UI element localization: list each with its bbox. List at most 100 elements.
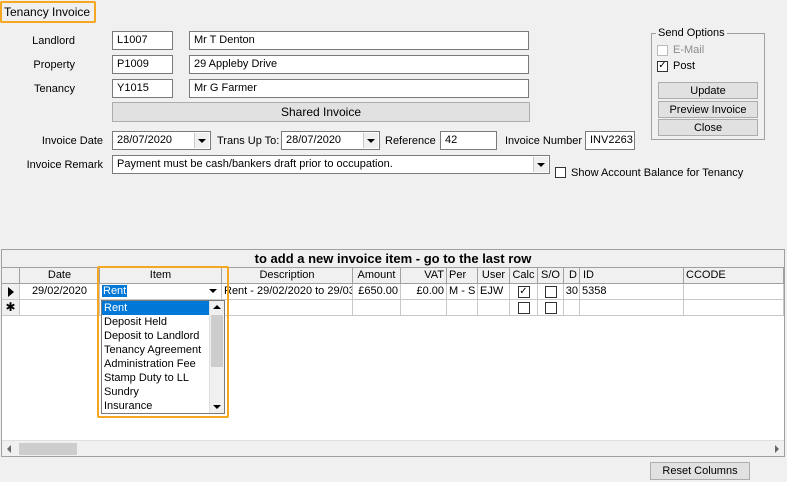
cell-d[interactable]: 30 (564, 284, 580, 300)
invoice-number-field[interactable]: INV2263 (585, 131, 635, 150)
column-header-calc[interactable]: Calc (510, 268, 538, 284)
property-name-field[interactable]: 29 Appleby Drive (189, 55, 529, 74)
cell-per[interactable]: M - S (447, 284, 478, 300)
invoice-remark-label: Invoice Remark (26, 159, 103, 171)
tenancy-code-field[interactable]: Y1015 (112, 79, 173, 98)
reference-label: Reference (385, 135, 436, 147)
invoice-remark-value: Payment must be cash/bankers draft prior… (117, 158, 393, 170)
landlord-name-field[interactable]: Mr T Denton (189, 31, 529, 50)
dropdown-option[interactable]: Stamp Duty to LL (102, 371, 210, 385)
cell-user[interactable]: EJW (478, 284, 510, 300)
current-row-arrow-icon (7, 286, 14, 297)
checkbox-box[interactable] (544, 301, 557, 314)
invoice-remark-select[interactable]: Payment must be cash/bankers draft prior… (112, 155, 550, 174)
show-balance-checkbox[interactable] (555, 167, 566, 181)
cell-amount-new[interactable] (353, 300, 401, 316)
send-options-title: Send Options (656, 27, 727, 39)
scroll-left-arrow-icon[interactable] (7, 445, 11, 453)
chevron-down-icon[interactable] (209, 289, 217, 293)
landlord-code-field[interactable]: L1007 (112, 31, 173, 50)
chevron-down-icon[interactable] (363, 133, 378, 148)
dropdown-scrollbar[interactable] (209, 301, 224, 413)
dropdown-option[interactable]: Deposit to Landlord (102, 329, 210, 343)
checkbox-box[interactable] (517, 301, 530, 314)
invoice-number-label: Invoice Number (505, 135, 583, 147)
row-selector[interactable] (2, 284, 20, 300)
dropdown-option[interactable]: Tenancy Agreement (102, 343, 210, 357)
column-header-description[interactable]: Description (222, 268, 353, 284)
scroll-right-arrow-icon[interactable] (775, 445, 779, 453)
post-checkbox[interactable]: ✓ Post (657, 60, 695, 72)
trans-up-to-picker[interactable]: 28/07/2020 (281, 131, 380, 150)
invoice-date-value: 28/07/2020 (117, 134, 173, 146)
cell-calc-new[interactable] (510, 300, 538, 316)
cell-so-new[interactable] (538, 300, 564, 316)
grid-banner: to add a new invoice item - go to the la… (2, 250, 784, 268)
tenancy-label: Tenancy (34, 83, 75, 95)
cell-date[interactable]: 29/02/2020 (20, 284, 100, 300)
dropdown-option[interactable]: Administration Fee (102, 357, 210, 371)
checkmark-icon[interactable]: ✓ (517, 285, 530, 298)
tenancy-name-field[interactable]: Mr G Farmer (189, 79, 529, 98)
cell-description-new[interactable] (222, 300, 353, 316)
email-checkbox[interactable]: E-Mail (657, 44, 704, 56)
cell-item-value: Rent (102, 285, 128, 297)
chevron-down-icon[interactable] (533, 157, 548, 172)
new-row-selector[interactable]: ✱ (2, 300, 20, 316)
column-header-so[interactable]: S/O (538, 268, 564, 284)
cell-amount[interactable]: £650.00 (353, 284, 401, 300)
cell-description[interactable]: Rent - 29/02/2020 to 29/03 (222, 284, 353, 300)
column-header-d[interactable]: D (564, 268, 580, 284)
cell-d-new[interactable] (564, 300, 580, 316)
column-header-per[interactable]: Per (447, 268, 478, 284)
close-button[interactable]: Close (658, 119, 758, 136)
chevron-down-icon[interactable] (194, 133, 209, 148)
cell-ccode-new[interactable] (684, 300, 784, 316)
invoice-date-picker[interactable]: 28/07/2020 (112, 131, 211, 150)
checkbox-box[interactable] (657, 44, 668, 56)
shared-invoice-button[interactable]: Shared Invoice (112, 102, 530, 122)
trans-up-to-value: 28/07/2020 (286, 134, 342, 146)
cell-per-new[interactable] (447, 300, 478, 316)
checkbox-box[interactable] (544, 285, 557, 298)
property-code-field[interactable]: P1009 (112, 55, 173, 74)
column-header-vat[interactable]: VAT (401, 268, 447, 284)
cell-id-new[interactable] (580, 300, 684, 316)
cell-vat[interactable]: £0.00 (401, 284, 447, 300)
preview-invoice-button[interactable]: Preview Invoice (658, 101, 758, 118)
column-header-id[interactable]: ID (580, 268, 684, 284)
post-label: Post (673, 60, 696, 72)
column-header-amount[interactable]: Amount (353, 268, 401, 284)
cell-user-new[interactable] (478, 300, 510, 316)
grid-horizontal-scrollbar[interactable] (2, 440, 784, 456)
reference-field[interactable]: 42 (440, 131, 497, 150)
item-dropdown-list[interactable]: Rent Deposit Held Deposit to Landlord Tenan… (101, 300, 225, 414)
trans-up-to-label: Trans Up To: (217, 135, 280, 147)
scroll-down-arrow-icon[interactable] (213, 405, 221, 409)
cell-calc[interactable]: ✓ (510, 284, 538, 300)
update-button[interactable]: Update (658, 82, 758, 99)
cell-vat-new[interactable] (401, 300, 447, 316)
reset-columns-button[interactable]: Reset Columns (650, 462, 750, 480)
scroll-thumb[interactable] (19, 443, 77, 455)
dropdown-option[interactable]: Deposit Held (102, 315, 210, 329)
email-label: E-Mail (673, 44, 705, 56)
row-header-corner (2, 268, 20, 284)
dropdown-option[interactable]: Insurance (102, 399, 210, 413)
column-header-ccode[interactable]: CCODE (684, 268, 784, 284)
cell-ccode[interactable] (684, 284, 784, 300)
cell-date-new[interactable] (20, 300, 100, 316)
window-title: Tenancy Invoice (4, 5, 91, 19)
column-header-user[interactable]: User (478, 268, 510, 284)
cell-id[interactable]: 5358 (580, 284, 684, 300)
column-header-item[interactable]: Item (100, 268, 222, 284)
dropdown-option[interactable]: Sundry (102, 385, 210, 399)
checkbox-box[interactable] (555, 167, 566, 178)
scroll-up-arrow-icon[interactable] (213, 305, 221, 309)
cell-item-editor[interactable]: Rent (100, 284, 222, 300)
checkmark-icon[interactable]: ✓ (657, 60, 668, 72)
cell-so[interactable] (538, 284, 564, 300)
scroll-thumb[interactable] (211, 315, 223, 367)
column-header-date[interactable]: Date (20, 268, 100, 284)
dropdown-option[interactable]: Rent (102, 301, 210, 315)
